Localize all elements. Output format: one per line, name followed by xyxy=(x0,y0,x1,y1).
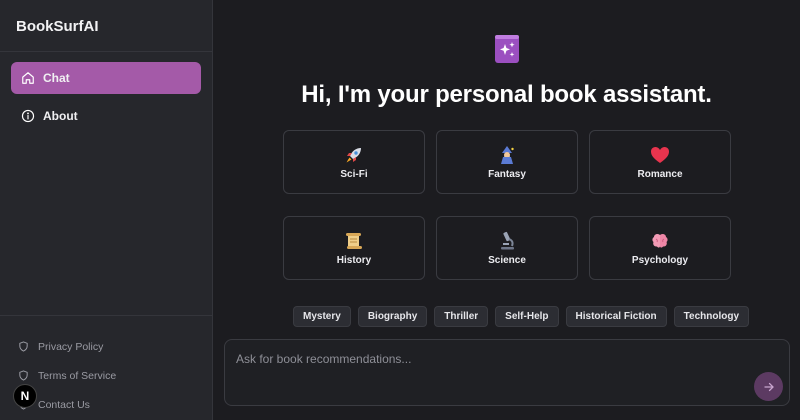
genre-label: Science xyxy=(488,254,526,266)
genre-label: Sci-Fi xyxy=(340,168,368,180)
arrow-right-icon xyxy=(763,381,775,393)
chip-technology[interactable]: Technology xyxy=(673,306,750,327)
heart-icon xyxy=(650,145,670,165)
genre-label: Fantasy xyxy=(488,168,526,180)
genre-grid: Sci-Fi Fantasy Romance History Science P… xyxy=(283,130,731,280)
sparkle-book-icon xyxy=(494,35,520,64)
genre-label: Psychology xyxy=(631,254,689,266)
suggestion-chips: Mystery Biography Thriller Self-Help His… xyxy=(293,306,750,327)
framework-badge[interactable]: N xyxy=(13,384,37,408)
prompt-input[interactable] xyxy=(225,340,789,370)
home-icon xyxy=(21,71,35,85)
genre-card-romance[interactable]: Romance xyxy=(589,130,731,194)
app-title: BookSurfAI xyxy=(0,0,212,52)
genre-card-fantasy[interactable]: Fantasy xyxy=(436,130,578,194)
chip-historical-fiction[interactable]: Historical Fiction xyxy=(565,306,667,327)
genre-label: Romance xyxy=(637,168,683,180)
shield-icon xyxy=(18,370,29,381)
footer-link-label: Terms of Service xyxy=(38,369,117,382)
footer-link-label: Contact Us xyxy=(38,398,90,411)
contact-us-link[interactable]: Contact Us xyxy=(18,390,212,419)
genre-card-sci-fi[interactable]: Sci-Fi xyxy=(283,130,425,194)
genre-card-psychology[interactable]: Psychology xyxy=(589,216,731,280)
page-title: Hi, I'm your personal book assistant. xyxy=(301,81,712,108)
mage-icon xyxy=(497,145,517,165)
sidebar-item-label: About xyxy=(43,109,78,123)
rocket-icon xyxy=(344,145,364,165)
chip-thriller[interactable]: Thriller xyxy=(434,306,489,327)
genre-label: History xyxy=(336,254,372,266)
chip-self-help[interactable]: Self-Help xyxy=(495,306,559,327)
sidebar-nav: Chat About xyxy=(0,52,212,132)
terms-of-service-link[interactable]: Terms of Service xyxy=(18,361,212,390)
sidebar: BookSurfAI Chat About Privacy Policy Ter… xyxy=(0,0,213,420)
sidebar-item-about[interactable]: About xyxy=(11,100,201,132)
microscope-icon xyxy=(497,231,517,251)
send-button[interactable] xyxy=(754,372,783,401)
sidebar-item-chat[interactable]: Chat xyxy=(11,62,201,94)
prompt-box xyxy=(224,339,790,406)
chip-biography[interactable]: Biography xyxy=(357,306,428,327)
sidebar-item-label: Chat xyxy=(43,71,70,85)
chat-main: Hi, I'm your personal book assistant. Sc… xyxy=(213,0,800,420)
footer-link-label: Privacy Policy xyxy=(38,340,104,353)
brain-icon xyxy=(650,231,670,251)
chip-mystery[interactable]: Mystery xyxy=(293,306,351,327)
info-icon xyxy=(21,109,35,123)
privacy-policy-link[interactable]: Privacy Policy xyxy=(18,332,212,361)
genre-card-history[interactable]: History xyxy=(283,216,425,280)
shield-icon xyxy=(18,341,29,352)
scroll-icon xyxy=(344,231,364,251)
genre-card-science[interactable]: Science xyxy=(436,216,578,280)
